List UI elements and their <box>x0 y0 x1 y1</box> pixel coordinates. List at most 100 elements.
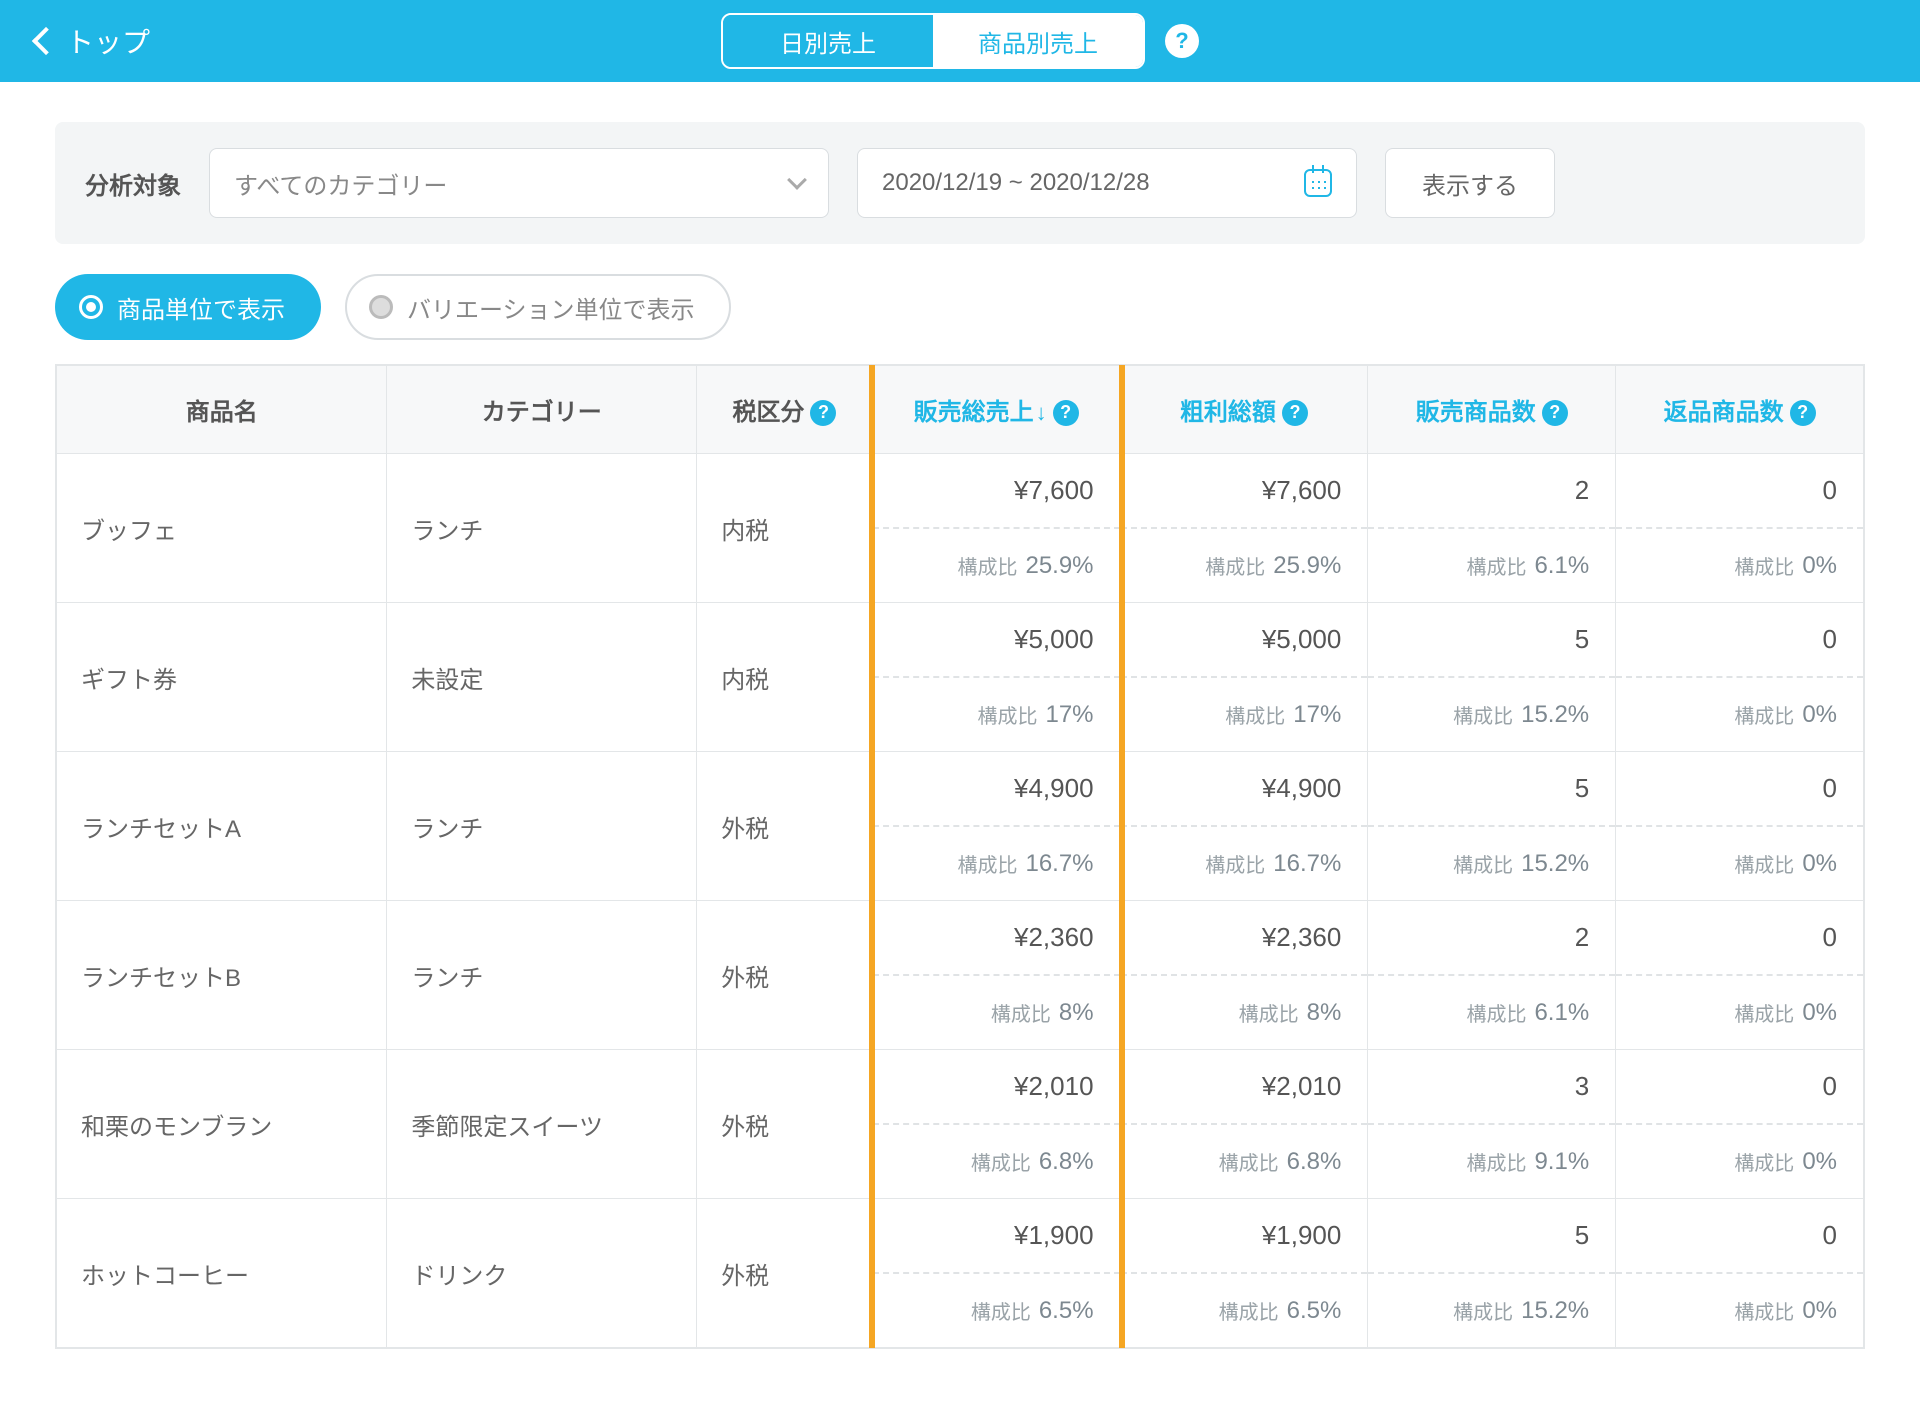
cell-sold-qty-ratio: 構成比15.2% <box>1368 1274 1615 1347</box>
cell-gross: ¥2,010構成比6.8% <box>1120 1050 1368 1199</box>
cell-gross-ratio: 構成比6.8% <box>1121 1125 1368 1198</box>
cell-sold-qty-value: 2 <box>1368 454 1615 529</box>
cell-sold-qty-ratio: 構成比6.1% <box>1368 529 1615 602</box>
cell-gross: ¥4,900構成比16.7% <box>1120 752 1368 901</box>
help-icon[interactable]: ? <box>1282 400 1308 426</box>
cell-sold-qty-ratio: 構成比9.1% <box>1368 1125 1615 1198</box>
cell-gross-value: ¥4,900 <box>1121 752 1368 827</box>
cell-gross: ¥7,600構成比25.9% <box>1120 454 1368 603</box>
cell-gross-value: ¥7,600 <box>1121 454 1368 529</box>
cell-sold-qty-value: 5 <box>1368 752 1615 827</box>
cell-category: ランチ <box>387 752 697 901</box>
cell-tax-type: 内税 <box>697 454 873 603</box>
cell-sold-qty: 2構成比6.1% <box>1368 454 1616 603</box>
cell-sales-ratio: 構成比6.5% <box>873 1274 1120 1347</box>
help-icon[interactable]: ? <box>810 400 836 426</box>
cell-sales-value: ¥1,900 <box>873 1199 1120 1274</box>
cell-sales-value: ¥2,360 <box>873 901 1120 976</box>
cell-gross-ratio: 構成比8% <box>1121 976 1368 1049</box>
cell-return-qty-value: 0 <box>1616 454 1863 529</box>
cell-return-qty-ratio: 構成比0% <box>1616 827 1863 900</box>
cell-sold-qty-value: 5 <box>1368 603 1615 678</box>
sort-desc-icon: ↓ <box>1036 400 1047 425</box>
view-segmented-control: 日別売上 商品別売上 <box>721 13 1145 69</box>
pill-by-variation-label: バリエーション単位で表示 <box>407 290 695 325</box>
chevron-down-icon <box>787 170 807 190</box>
cell-gross-value: ¥2,360 <box>1121 901 1368 976</box>
cell-tax-type: 外税 <box>697 901 873 1050</box>
cell-sold-qty: 3構成比9.1% <box>1368 1050 1616 1199</box>
display-unit-toggle: 商品単位で表示 バリエーション単位で表示 <box>55 274 1865 340</box>
cell-gross-ratio: 構成比6.5% <box>1121 1274 1368 1347</box>
cell-gross: ¥5,000構成比17% <box>1120 603 1368 752</box>
col-header-sales[interactable]: 販売総売上↓? <box>872 366 1120 454</box>
cell-sales-ratio: 構成比8% <box>873 976 1120 1049</box>
help-icon[interactable]: ? <box>1165 24 1199 58</box>
table-row: ギフト券未設定内税¥5,000構成比17%¥5,000構成比17%5構成比15.… <box>57 603 1864 752</box>
tab-daily-sales[interactable]: 日別売上 <box>723 15 933 67</box>
tab-product-sales[interactable]: 商品別売上 <box>933 15 1143 67</box>
cell-product-name: ランチセットB <box>57 901 387 1050</box>
cell-sales-ratio: 構成比6.8% <box>873 1125 1120 1198</box>
app-header: トップ 日別売上 商品別売上 ? <box>0 0 1920 82</box>
col-header-category[interactable]: カテゴリー <box>387 366 697 454</box>
cell-category: 未設定 <box>387 603 697 752</box>
category-dropdown[interactable]: すべてのカテゴリー <box>209 148 829 218</box>
table-row: ランチセットBランチ外税¥2,360構成比8%¥2,360構成比8%2構成比6.… <box>57 901 1864 1050</box>
radio-icon <box>79 295 103 319</box>
cell-category: ランチ <box>387 454 697 603</box>
col-header-tax[interactable]: 税区分? <box>697 366 873 454</box>
help-icon[interactable]: ? <box>1790 400 1816 426</box>
cell-sold-qty: 5構成比15.2% <box>1368 752 1616 901</box>
cell-return-qty-value: 0 <box>1616 1199 1863 1274</box>
cell-sales: ¥7,600構成比25.9% <box>872 454 1120 603</box>
help-icon[interactable]: ? <box>1542 400 1568 426</box>
date-range-value: 2020/12/19 ~ 2020/12/28 <box>882 169 1150 197</box>
cell-sales-ratio: 構成比16.7% <box>873 827 1120 900</box>
cell-return-qty: 0構成比0% <box>1616 1199 1864 1348</box>
cell-sold-qty: 5構成比15.2% <box>1368 1199 1616 1348</box>
cell-gross-ratio: 構成比16.7% <box>1121 827 1368 900</box>
cell-tax-type: 外税 <box>697 752 873 901</box>
cell-gross: ¥1,900構成比6.5% <box>1120 1199 1368 1348</box>
cell-return-qty: 0構成比0% <box>1616 454 1864 603</box>
cell-return-qty-value: 0 <box>1616 901 1863 976</box>
table-row: ブッフェランチ内税¥7,600構成比25.9%¥7,600構成比25.9%2構成… <box>57 454 1864 603</box>
cell-return-qty: 0構成比0% <box>1616 901 1864 1050</box>
cell-sold-qty-value: 5 <box>1368 1199 1615 1274</box>
cell-sold-qty-ratio: 構成比15.2% <box>1368 827 1615 900</box>
cell-sales-value: ¥7,600 <box>873 454 1120 529</box>
cell-sales: ¥1,900構成比6.5% <box>872 1199 1120 1348</box>
cell-return-qty-ratio: 構成比0% <box>1616 529 1863 602</box>
cell-return-qty-ratio: 構成比0% <box>1616 1125 1863 1198</box>
radio-icon <box>369 295 393 319</box>
cell-sold-qty-value: 3 <box>1368 1050 1615 1125</box>
help-icon[interactable]: ? <box>1053 400 1079 426</box>
apply-filter-button[interactable]: 表示する <box>1385 148 1555 218</box>
cell-tax-type: 内税 <box>697 603 873 752</box>
col-header-name[interactable]: 商品名 <box>57 366 387 454</box>
cell-gross-value: ¥2,010 <box>1121 1050 1368 1125</box>
date-range-picker[interactable]: 2020/12/19 ~ 2020/12/28 <box>857 148 1357 218</box>
table-row: ランチセットAランチ外税¥4,900構成比16.7%¥4,900構成比16.7%… <box>57 752 1864 901</box>
cell-return-qty-ratio: 構成比0% <box>1616 976 1863 1049</box>
cell-sold-qty-ratio: 構成比15.2% <box>1368 678 1615 751</box>
cell-return-qty-ratio: 構成比0% <box>1616 678 1863 751</box>
cell-gross-value: ¥1,900 <box>1121 1199 1368 1274</box>
cell-sales: ¥2,010構成比6.8% <box>872 1050 1120 1199</box>
col-header-gross[interactable]: 粗利総額? <box>1120 366 1368 454</box>
col-header-sold-qty[interactable]: 販売商品数? <box>1368 366 1616 454</box>
cell-tax-type: 外税 <box>697 1199 873 1348</box>
cell-sales: ¥2,360構成比8% <box>872 901 1120 1050</box>
col-header-return-qty[interactable]: 返品商品数? <box>1616 366 1864 454</box>
pill-by-product[interactable]: 商品単位で表示 <box>55 274 321 340</box>
pill-by-variation[interactable]: バリエーション単位で表示 <box>345 274 731 340</box>
cell-sales-value: ¥5,000 <box>873 603 1120 678</box>
table-row: 和栗のモンブラン季節限定スイーツ外税¥2,010構成比6.8%¥2,010構成比… <box>57 1050 1864 1199</box>
cell-sales-ratio: 構成比17% <box>873 678 1120 751</box>
cell-sold-qty-value: 2 <box>1368 901 1615 976</box>
cell-category: ランチ <box>387 901 697 1050</box>
cell-product-name: ブッフェ <box>57 454 387 603</box>
back-button[interactable]: トップ <box>0 21 150 61</box>
cell-gross: ¥2,360構成比8% <box>1120 901 1368 1050</box>
